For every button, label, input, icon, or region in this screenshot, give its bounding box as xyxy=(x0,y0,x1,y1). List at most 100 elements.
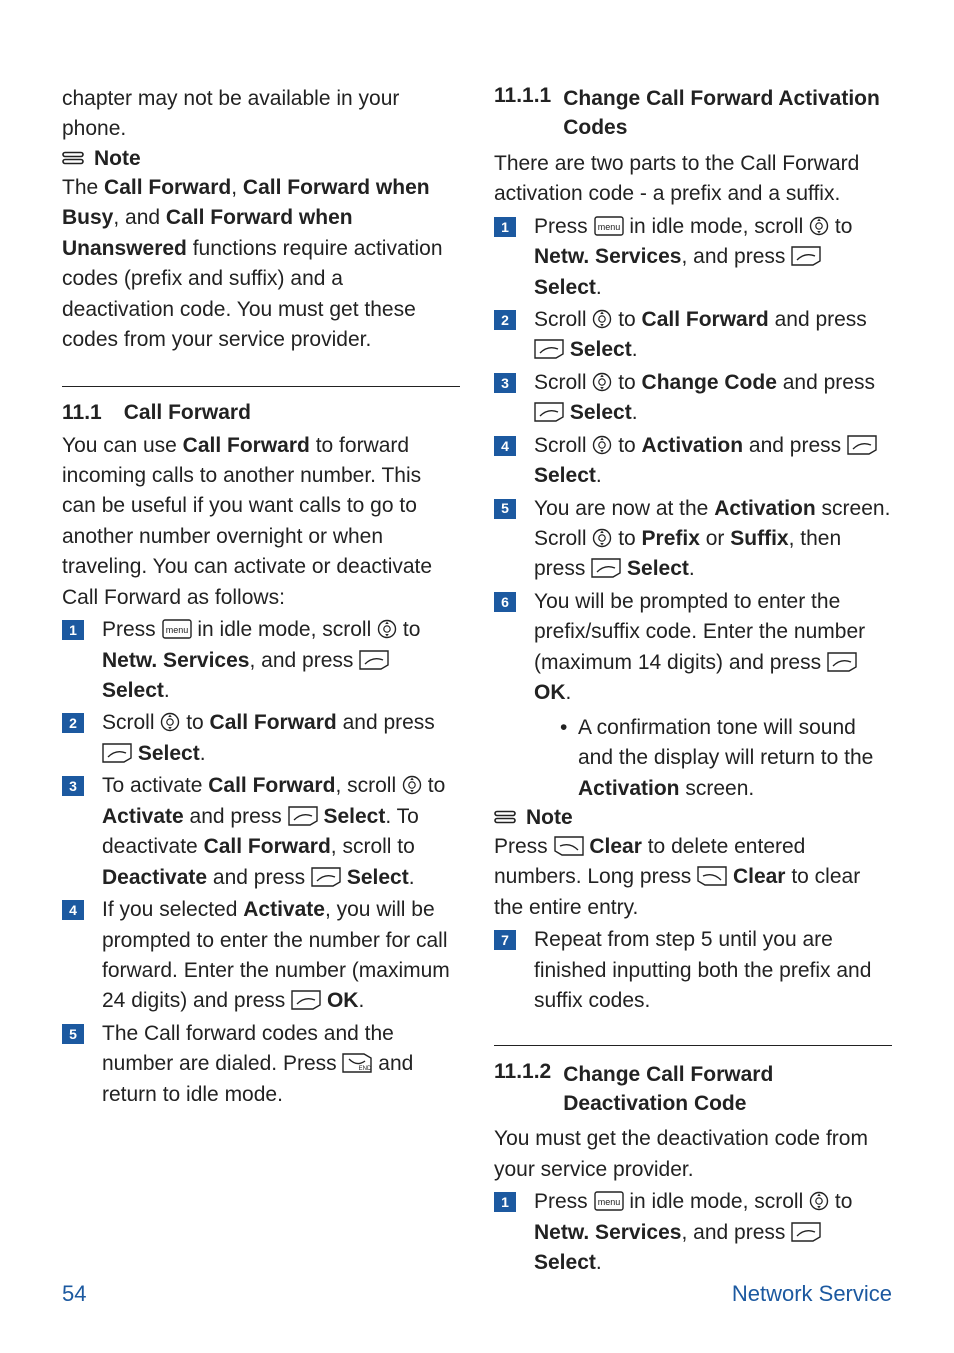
step-text: You are now at the Activation screen. Sc… xyxy=(534,494,892,585)
note-body: The Call Forward, Call Forward when Busy… xyxy=(62,173,460,356)
left-softkey-icon xyxy=(534,338,564,361)
intro-text: chapter may not be available in your pho… xyxy=(62,84,460,145)
list-item: 1 Press menu in idle mode, scroll to Netw… xyxy=(494,1187,892,1278)
list-item: 5 You are now at the Activation screen. S… xyxy=(494,494,892,585)
step-number-badge: 6 xyxy=(494,592,516,612)
nav-key-icon xyxy=(809,1190,829,1213)
subsection-number: 11.1.2 xyxy=(494,1060,551,1084)
left-softkey-icon xyxy=(847,434,877,457)
left-softkey-icon xyxy=(827,651,857,674)
note-icon xyxy=(62,149,84,169)
step-number-badge: 1 xyxy=(494,1192,516,1212)
left-softkey-icon xyxy=(311,866,341,889)
note-label: Note xyxy=(526,806,573,830)
list-item: 2Scroll to Call Forward and press Select… xyxy=(62,708,460,769)
step-number-badge: 1 xyxy=(494,217,516,237)
step-text: Scroll to Change Code and press Select. xyxy=(534,368,892,429)
step-text: You will be prompted to enter the prefix… xyxy=(534,587,892,709)
menu-key-icon: menu xyxy=(594,1190,624,1213)
subsection-intro: You must get the deactivation code from … xyxy=(494,1124,892,1185)
footer-label: Network Service xyxy=(732,1281,892,1307)
list-item: 4 If you selected Activate, you will be p… xyxy=(62,895,460,1017)
nav-key-icon xyxy=(592,371,612,394)
right-column: 11.1.1 Change Call Forward Activation Co… xyxy=(494,84,892,1281)
step-number-badge: 2 xyxy=(494,310,516,330)
svg-text:END: END xyxy=(359,1066,372,1072)
list-item: 4 Scroll to Activation and press Select. xyxy=(494,431,892,492)
step-number-badge: 4 xyxy=(494,436,516,456)
step-number-badge: 1 xyxy=(62,620,84,640)
note-body: Press Clear to delete entered numbers. L… xyxy=(494,832,892,923)
menu-key-icon: menu xyxy=(594,215,624,238)
step-text: Scroll to Call Forward and press Select. xyxy=(102,708,460,769)
step-number-badge: 7 xyxy=(494,930,516,950)
section-intro: You can use Call Forward to forward inco… xyxy=(62,431,460,614)
right-softkey-icon xyxy=(697,865,727,888)
section-head: 11.1 Call Forward xyxy=(62,401,460,425)
list-item: 6 You will be prompted to enter the prefi… xyxy=(494,587,892,709)
nav-key-icon xyxy=(402,774,422,797)
subsection-intro: There are two parts to the Call Forward … xyxy=(494,149,892,210)
left-column: chapter may not be available in your pho… xyxy=(62,84,460,1281)
left-softkey-icon xyxy=(591,557,621,580)
subsection-number: 11.1.1 xyxy=(494,84,551,108)
steps-list: 1 Press menu in idle mode, scroll to Netw… xyxy=(494,1187,892,1278)
step-text: The Call forward codes and the number ar… xyxy=(102,1019,460,1110)
list-item: 1 Press menu in idle mode, scroll to Netw… xyxy=(494,212,892,303)
section-divider xyxy=(494,1045,892,1046)
right-softkey-icon xyxy=(554,835,584,858)
list-item: 3 Scroll to Change Code and press Select. xyxy=(494,368,892,429)
steps-list: 1Press menu in idle mode, scroll to Netw… xyxy=(62,615,460,1110)
steps-list-continued: 7 Repeat from step 5 until you are finish… xyxy=(494,925,892,1016)
subsection-head: 11.1.1 Change Call Forward Activation Co… xyxy=(494,84,892,143)
page-number: 54 xyxy=(62,1281,86,1307)
list-item: A confirmation tone will sound and the d… xyxy=(560,713,892,804)
step-number-badge: 5 xyxy=(62,1024,84,1044)
nav-key-icon xyxy=(377,618,397,641)
page: chapter may not be available in your pho… xyxy=(0,0,954,1353)
svg-text:menu: menu xyxy=(597,1197,620,1207)
subsection-title: Change Call Forward Activation Codes xyxy=(563,84,892,143)
nav-key-icon xyxy=(160,711,180,734)
steps-list: 1 Press menu in idle mode, scroll to Netw… xyxy=(494,212,892,709)
step-text: Press menu in idle mode, scroll to Netw.… xyxy=(534,1187,892,1278)
nav-key-icon xyxy=(592,434,612,457)
left-softkey-icon xyxy=(288,805,318,828)
step-text: If you selected Activate, you will be pr… xyxy=(102,895,460,1017)
left-softkey-icon xyxy=(102,742,132,765)
step-number-badge: 4 xyxy=(62,900,84,920)
end-key-icon: END xyxy=(342,1052,372,1075)
note-row: Note xyxy=(62,147,460,171)
left-softkey-icon xyxy=(359,649,389,672)
list-item: 2Scroll to Call Forward and press Select… xyxy=(494,305,892,366)
list-item: 3To activate Call Forward, scroll to Act… xyxy=(62,771,460,893)
subsection-head: 11.1.2 Change Call Forward Deactivation … xyxy=(494,1060,892,1119)
section-divider xyxy=(62,386,460,387)
note-label: Note xyxy=(94,147,141,171)
menu-key-icon: menu xyxy=(162,618,192,641)
svg-text:menu: menu xyxy=(597,222,620,232)
footer: 54 Network Service xyxy=(62,1281,892,1307)
nav-key-icon xyxy=(809,215,829,238)
step-number-badge: 3 xyxy=(62,776,84,796)
svg-text:menu: menu xyxy=(165,625,188,635)
step-text: Repeat from step 5 until you are finishe… xyxy=(534,925,892,1016)
step-number-badge: 5 xyxy=(494,499,516,519)
list-item: 7 Repeat from step 5 until you are finish… xyxy=(494,925,892,1016)
left-softkey-icon xyxy=(534,401,564,424)
nav-key-icon xyxy=(592,308,612,331)
left-softkey-icon xyxy=(791,1221,821,1244)
list-item: 5 The Call forward codes and the number a… xyxy=(62,1019,460,1110)
subsection-title: Change Call Forward Deactivation Code xyxy=(563,1060,892,1119)
section-number: 11.1 xyxy=(62,401,102,425)
step-number-badge: 3 xyxy=(494,373,516,393)
left-softkey-icon xyxy=(291,989,321,1012)
list-item: 1Press menu in idle mode, scroll to Netw… xyxy=(62,615,460,706)
nav-key-icon xyxy=(592,527,612,550)
columns: chapter may not be available in your pho… xyxy=(62,84,892,1281)
note-icon xyxy=(494,808,516,828)
sub-bullet-list: A confirmation tone will sound and the d… xyxy=(534,713,892,804)
section-title: Call Forward xyxy=(124,401,251,425)
step-text: Press menu in idle mode, scroll to Netw.… xyxy=(534,212,892,303)
step-text: Scroll to Activation and press Select. xyxy=(534,431,892,492)
